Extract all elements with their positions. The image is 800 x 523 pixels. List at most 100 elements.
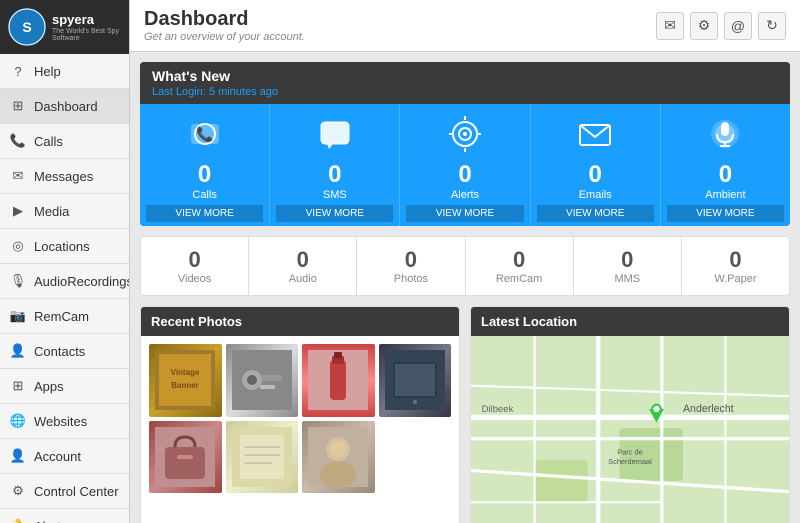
whats-new-title: What's New — [152, 68, 778, 84]
sidebar-item-calls[interactable]: 📞 Calls — [0, 124, 129, 159]
svg-text:Banner: Banner — [171, 381, 199, 390]
stat-calls: 📞 0 Calls VIEW MORE — [140, 104, 270, 226]
sidebar-label-calls: Calls — [34, 134, 63, 149]
sidebar-label-control-center: Control Center — [34, 484, 119, 499]
photo-thumb-6[interactable] — [226, 421, 299, 494]
page-subtitle: Get an overview of your account. — [144, 31, 305, 43]
remcam-count: 0 — [513, 247, 525, 273]
photo-thumb-inner-1: Vintage Banner — [149, 344, 222, 417]
sec-stat-photos: 0 Photos — [357, 237, 465, 295]
logo-area: S spyera The World's Best Spy Software — [0, 0, 129, 54]
photo-thumb-inner-5 — [149, 421, 222, 494]
sidebar-item-messages[interactable]: ✉ Messages — [0, 159, 129, 194]
svg-text:Parc de: Parc de — [617, 448, 643, 457]
map-area[interactable]: Anderlecht Dilbeek Parc de Scherdemaal — [471, 336, 789, 523]
apps-icon: ⊞ — [10, 378, 26, 394]
svg-text:S: S — [22, 19, 31, 35]
emails-count: 0 — [589, 161, 602, 189]
calls-view-more[interactable]: VIEW MORE — [146, 205, 263, 222]
remcam-label: RemCam — [496, 273, 542, 285]
page-title-area: Dashboard Get an overview of your accoun… — [144, 8, 305, 43]
photo-thumb-inner-6 — [226, 421, 299, 494]
photos-label: Photos — [394, 273, 428, 285]
photo-thumb-inner-7 — [302, 421, 375, 494]
gear-icon-button[interactable]: ⚙ — [690, 12, 718, 40]
bottom-row: Recent Photos Vintage Banner — [140, 306, 790, 523]
sidebar: S spyera The World's Best Spy Software ?… — [0, 0, 130, 523]
sidebar-item-apps[interactable]: ⊞ Apps — [0, 369, 129, 404]
sidebar-label-media: Media — [34, 204, 69, 219]
sidebar-item-dashboard[interactable]: ⊞ Dashboard — [0, 89, 129, 124]
sidebar-item-media[interactable]: ▶ Media — [0, 194, 129, 229]
map-svg: Anderlecht Dilbeek Parc de Scherdemaal — [471, 336, 789, 523]
media-icon: ▶ — [10, 203, 26, 219]
locations-icon: ◎ — [10, 238, 26, 254]
latest-location-panel: Latest Location — [470, 306, 790, 523]
messages-icon: ✉ — [10, 168, 26, 184]
websites-icon: 🌐 — [10, 413, 26, 429]
logo-subtitle: The World's Best Spy Software — [52, 28, 121, 42]
sidebar-item-websites[interactable]: 🌐 Websites — [0, 404, 129, 439]
sidebar-item-account[interactable]: 👤 Account — [0, 439, 129, 474]
photo-thumb-1[interactable]: Vintage Banner — [149, 344, 222, 417]
sidebar-item-alerts[interactable]: 🔔 Alerts — [0, 509, 129, 523]
sidebar-item-audio-recordings[interactable]: 🎙 AudioRecordings — [0, 264, 129, 299]
sidebar-item-help[interactable]: ? Help — [0, 54, 129, 89]
ambient-view-more[interactable]: VIEW MORE — [667, 205, 784, 222]
ambient-label: Ambient — [705, 189, 745, 201]
control-center-icon: ⚙ — [10, 483, 26, 499]
recent-photos-panel: Recent Photos Vintage Banner — [140, 306, 460, 523]
svg-text:Scherdemaal: Scherdemaal — [608, 457, 652, 466]
photo-thumb-2[interactable] — [226, 344, 299, 417]
help-icon: ? — [10, 63, 26, 79]
svg-text:Anderlecht: Anderlecht — [683, 403, 734, 415]
account-icon: 👤 — [10, 448, 26, 464]
sidebar-item-locations[interactable]: ◎ Locations — [0, 229, 129, 264]
at-icon-button[interactable]: @ — [724, 12, 752, 40]
logo-circle: S — [8, 8, 46, 46]
stats-row: 📞 0 Calls VIEW MORE — [140, 104, 790, 226]
sidebar-label-remcam: RemCam — [34, 309, 89, 324]
sms-stat-icon — [317, 116, 353, 159]
audio-icon: 🎙 — [10, 273, 26, 289]
wpaper-count: 0 — [729, 247, 741, 273]
mms-count: 0 — [621, 247, 633, 273]
sec-stat-remcam: 0 RemCam — [466, 237, 574, 295]
svg-text:Dilbeek: Dilbeek — [482, 404, 514, 415]
alerts-icon: 🔔 — [10, 518, 26, 523]
emails-view-more[interactable]: VIEW MORE — [537, 205, 654, 222]
svg-text:📞: 📞 — [196, 125, 214, 143]
alerts-label: Alerts — [451, 189, 479, 201]
header-icons: ✉ ⚙ @ ↻ — [656, 12, 786, 40]
photo-thumb-3[interactable] — [302, 344, 375, 417]
sidebar-label-websites: Websites — [34, 414, 87, 429]
sidebar-item-remcam[interactable]: 📷 RemCam — [0, 299, 129, 334]
latest-location-title: Latest Location — [481, 314, 577, 329]
emails-label: Emails — [579, 189, 612, 201]
ambient-stat-icon — [707, 116, 743, 159]
photo-thumb-4[interactable] — [379, 344, 452, 417]
photos-count: 0 — [405, 247, 417, 273]
recent-photos-header: Recent Photos — [141, 307, 459, 336]
email-icon-button[interactable]: ✉ — [656, 12, 684, 40]
stat-ambient: 0 Ambient VIEW MORE — [661, 104, 790, 226]
sms-view-more[interactable]: VIEW MORE — [276, 205, 393, 222]
logo-text: spyera — [52, 12, 121, 28]
contacts-icon: 👤 — [10, 343, 26, 359]
refresh-icon-button[interactable]: ↻ — [758, 12, 786, 40]
calls-icon: 📞 — [10, 133, 26, 149]
alerts-view-more[interactable]: VIEW MORE — [406, 205, 523, 222]
sidebar-item-contacts[interactable]: 👤 Contacts — [0, 334, 129, 369]
calls-count: 0 — [198, 161, 211, 189]
svg-text:Vintage: Vintage — [171, 368, 200, 377]
sidebar-item-control-center[interactable]: ⚙ Control Center — [0, 474, 129, 509]
sidebar-label-contacts: Contacts — [34, 344, 85, 359]
photo-thumb-5[interactable] — [149, 421, 222, 494]
sec-stat-videos: 0 Videos — [141, 237, 249, 295]
ambient-count: 0 — [719, 161, 732, 189]
mms-label: MMS — [614, 273, 640, 285]
sec-stat-audio: 0 Audio — [249, 237, 357, 295]
videos-count: 0 — [188, 247, 200, 273]
photo-thumb-7[interactable] — [302, 421, 375, 494]
calls-stat-icon: 📞 — [187, 116, 223, 159]
